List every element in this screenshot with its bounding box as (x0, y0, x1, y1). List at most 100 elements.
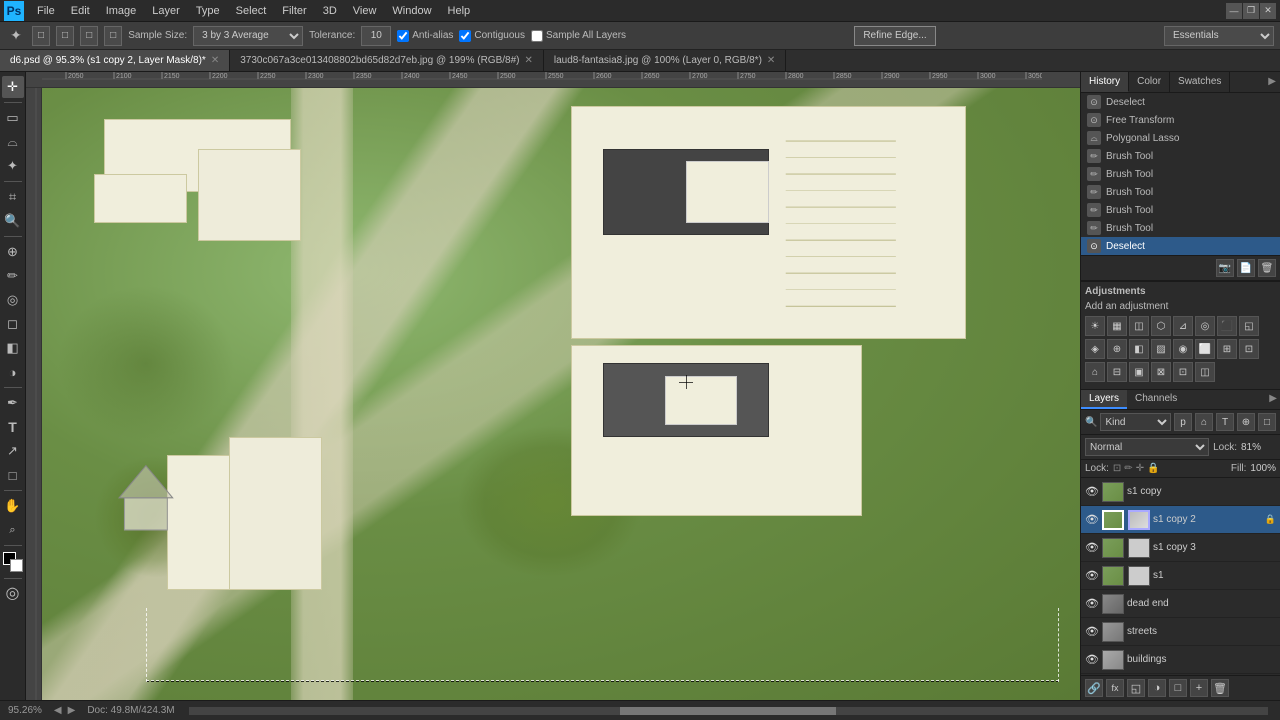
eyedropper-tool[interactable]: 🔍 (2, 210, 24, 232)
layer-filter-btn-2[interactable]: ⌂ (1195, 413, 1213, 431)
layer-filter-btn-3[interactable]: T (1216, 413, 1234, 431)
layer-link-btn[interactable]: 🔗 (1085, 679, 1103, 697)
adj-hue[interactable]: ◎ (1195, 316, 1215, 336)
lock-all-icon[interactable]: 🔒 (1147, 463, 1159, 474)
history-item-8[interactable]: ⊙ Deselect (1081, 237, 1280, 255)
horizontal-scrollbar[interactable] (189, 707, 1268, 715)
adj-extra-2[interactable]: ⊟ (1107, 362, 1127, 382)
layers-options-btn[interactable]: ▶ (1266, 390, 1280, 409)
canvas-area[interactable]: 2050210021502200225023002350240024502500… (26, 72, 1080, 700)
doc-tab-close-1[interactable]: ✕ (524, 55, 532, 66)
history-item-4[interactable]: ✏ Brush Tool (1081, 165, 1280, 183)
layer-adjust-btn[interactable]: ◑ (1148, 679, 1166, 697)
foreground-background-colors[interactable] (3, 552, 23, 572)
lock-move-icon[interactable]: ✛ (1136, 463, 1144, 474)
layer-style-btn[interactable]: fx (1106, 679, 1124, 697)
doc-tab-1[interactable]: 3730c067a3ce013408802bd65d82d7eb.jpg @ 1… (230, 50, 544, 71)
tab-swatches[interactable]: Swatches (1170, 72, 1230, 92)
layer-item-4[interactable]: 👁 dead end (1081, 590, 1280, 618)
adj-exposure[interactable]: ⬡ (1151, 316, 1171, 336)
zoom-tool[interactable]: ⌕ (2, 519, 24, 541)
rect-select-tool[interactable]: ▭ (2, 107, 24, 129)
brush-tool[interactable]: ✏ (2, 265, 24, 287)
panel-options-btn[interactable]: ▶ (1264, 72, 1280, 92)
contiguous-checkbox-wrap[interactable]: Contiguous (459, 30, 525, 42)
layer-eye-6[interactable]: 👁 (1085, 653, 1099, 667)
tab-layers[interactable]: Layers (1081, 390, 1127, 409)
layer-delete-btn[interactable]: 🗑 (1211, 679, 1229, 697)
scrollbar-thumb[interactable] (620, 707, 836, 715)
path-select-tool[interactable]: ↗ (2, 440, 24, 462)
tool-options-btn1[interactable]: □ (32, 26, 50, 46)
canvas-content[interactable] (42, 88, 1080, 700)
history-item-5[interactable]: ✏ Brush Tool (1081, 183, 1280, 201)
layer-filter-btn-5[interactable]: □ (1258, 413, 1276, 431)
menu-3d[interactable]: 3D (316, 3, 344, 19)
lock-pixel-icon[interactable]: ⊡ (1113, 463, 1121, 474)
restore-button[interactable]: ❐ (1243, 3, 1259, 19)
adj-photo-filter[interactable]: ◱ (1239, 316, 1259, 336)
move-tool[interactable]: ✛ (2, 76, 24, 98)
menu-help[interactable]: Help (441, 3, 478, 19)
adj-color-balance[interactable]: ⬛ (1217, 316, 1237, 336)
layer-item-1[interactable]: 👁 s1 copy 2 🔒 (1081, 506, 1280, 534)
layer-item-2[interactable]: 👁 s1 copy 3 (1081, 534, 1280, 562)
layer-filter-btn-4[interactable]: ⊕ (1237, 413, 1255, 431)
adj-extra-5[interactable]: ⊡ (1173, 362, 1193, 382)
create-doc-btn[interactable]: 📄 (1237, 259, 1255, 277)
layer-group-btn[interactable]: □ (1169, 679, 1187, 697)
tab-channels[interactable]: Channels (1127, 390, 1185, 409)
layer-eye-3[interactable]: 👁 (1085, 569, 1099, 583)
history-item-2[interactable]: ⌓ Polygonal Lasso (1081, 129, 1280, 147)
adj-gradient-map[interactable]: ⬜ (1195, 339, 1215, 359)
history-item-7[interactable]: ✏ Brush Tool (1081, 219, 1280, 237)
layer-eye-2[interactable]: 👁 (1085, 541, 1099, 555)
adj-threshold[interactable]: ◉ (1173, 339, 1193, 359)
adj-color-lookup[interactable]: ⊕ (1107, 339, 1127, 359)
quick-mask-mode[interactable]: ◎ (6, 583, 20, 603)
tab-color[interactable]: Color (1129, 72, 1170, 92)
lock-brush-icon[interactable]: ✏ (1124, 463, 1132, 474)
doc-tab-2[interactable]: laud8-fantasia8.jpg @ 100% (Layer 0, RGB… (544, 50, 786, 71)
menu-select[interactable]: Select (229, 3, 274, 19)
sample-all-checkbox[interactable] (531, 30, 543, 42)
shape-tool[interactable]: □ (2, 464, 24, 486)
clone-stamp-tool[interactable]: ◎ (2, 289, 24, 311)
layer-filter-btn-1[interactable]: p (1174, 413, 1192, 431)
history-item-1[interactable]: ⊙ Free Transform (1081, 111, 1280, 129)
tool-options-btn2[interactable]: □ (56, 26, 74, 46)
layer-item-3[interactable]: 👁 s1 (1081, 562, 1280, 590)
adj-extra-4[interactable]: ⊠ (1151, 362, 1171, 382)
layer-new-btn[interactable]: + (1190, 679, 1208, 697)
menu-view[interactable]: View (346, 3, 384, 19)
adj-extra-1[interactable]: ⌂ (1085, 362, 1105, 382)
eraser-tool[interactable]: ◻ (2, 313, 24, 335)
nav-next-btn[interactable]: ▶ (66, 705, 78, 716)
layer-eye-1[interactable]: 👁 (1085, 513, 1099, 527)
menu-image[interactable]: Image (99, 3, 144, 19)
pen-tool[interactable]: ✒ (2, 392, 24, 414)
adj-selective-color[interactable]: ⊞ (1217, 339, 1237, 359)
adj-extra-6[interactable]: ◫ (1195, 362, 1215, 382)
spot-heal-tool[interactable]: ⊕ (2, 241, 24, 263)
adj-posterize[interactable]: ▨ (1151, 339, 1171, 359)
menu-file[interactable]: File (30, 3, 62, 19)
adj-vibrance[interactable]: ⊿ (1173, 316, 1193, 336)
menu-edit[interactable]: Edit (64, 3, 97, 19)
new-snapshot-btn[interactable]: 📷 (1216, 259, 1234, 277)
adj-curves[interactable]: ◫ (1129, 316, 1149, 336)
adj-levels[interactable]: ▦ (1107, 316, 1127, 336)
dodge-tool[interactable]: ◑ (2, 361, 24, 383)
sample-size-select[interactable]: 3 by 3 Average Point Sample 5 by 5 Avera… (193, 26, 303, 46)
hand-tool[interactable]: ✋ (2, 495, 24, 517)
tolerance-input[interactable] (361, 26, 391, 46)
doc-tab-close-0[interactable]: ✕ (211, 55, 219, 66)
layer-item-0[interactable]: 👁 s1 copy (1081, 478, 1280, 506)
layer-mask-btn[interactable]: ◱ (1127, 679, 1145, 697)
blend-mode-select[interactable]: Normal (1085, 438, 1209, 456)
menu-window[interactable]: Window (385, 3, 438, 19)
history-item-3[interactable]: ✏ Brush Tool (1081, 147, 1280, 165)
tool-options-btn4[interactable]: □ (104, 26, 122, 46)
sample-all-checkbox-wrap[interactable]: Sample All Layers (531, 30, 626, 42)
doc-tab-close-2[interactable]: ✕ (767, 55, 775, 66)
